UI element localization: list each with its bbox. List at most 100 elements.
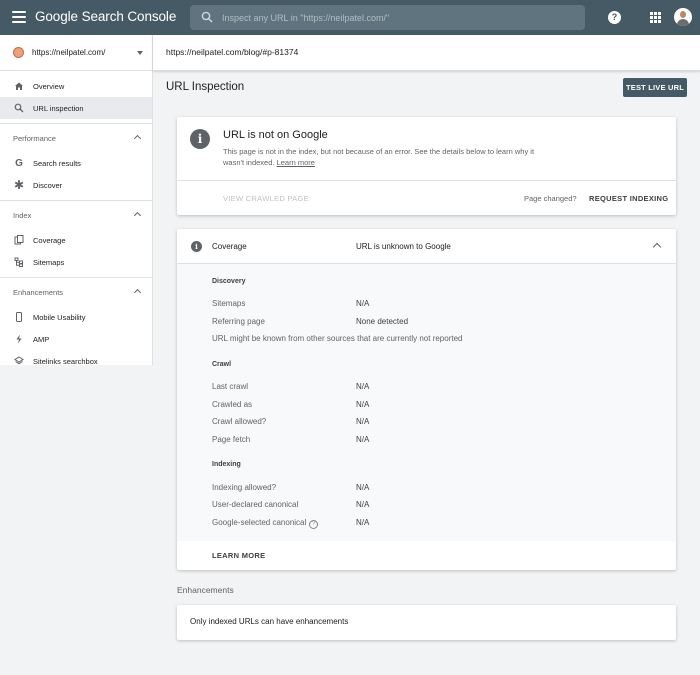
sidebar-item-label: Coverage [33, 235, 66, 245]
discovery-note: URL might be known from other sources th… [212, 334, 463, 343]
menu-icon[interactable] [12, 11, 26, 23]
layers-icon [13, 355, 25, 367]
phone-icon [13, 311, 25, 323]
detail-label: Page fetch [212, 435, 251, 444]
sidebar-item-label: Search results [33, 158, 81, 168]
crawl-heading: Crawl [212, 361, 232, 368]
enhancements-heading: Enhancements [177, 585, 234, 595]
home-icon [13, 80, 25, 92]
learn-more-link[interactable]: Learn more [277, 158, 315, 167]
test-live-url-button[interactable]: TEST LIVE URL [623, 78, 687, 97]
coverage-header[interactable]: i Coverage URL is unknown to Google [177, 229, 676, 264]
help-icon[interactable]: ? [608, 11, 621, 24]
app-brand[interactable]: Google Search Console [35, 9, 176, 24]
avatar[interactable] [674, 8, 692, 26]
sidebar-item-overview[interactable]: Overview [0, 75, 152, 97]
inspected-url: https://neilpatel.com/blog/#p-81374 [166, 47, 299, 57]
learn-more-button[interactable]: LEARN MORE [212, 551, 265, 560]
chevron-up-icon[interactable] [652, 242, 662, 252]
property-url: https://neilpatel.com/ [32, 48, 106, 57]
page-title: URL Inspection [166, 81, 245, 93]
detail-label: Crawl allowed? [212, 417, 267, 426]
sidebar-item-label: Mobile Usability [33, 312, 86, 322]
detail-label: Sitemaps [212, 299, 246, 308]
property-selector[interactable]: https://neilpatel.com/ [0, 35, 152, 71]
inspected-url-bar: https://neilpatel.com/blog/#p-81374 [153, 35, 700, 71]
site-favicon-icon [13, 47, 24, 58]
index-status-card: i URL is not on Google This page is not … [177, 117, 676, 215]
detail-label: Referring page [212, 317, 265, 326]
sidebar-section-enhancements: Enhancements Mobile Usability AMP Siteli… [0, 277, 152, 372]
detail-label: Crawled as [212, 400, 253, 409]
section-title: Performance [13, 133, 56, 143]
detail-label: Google-selected canonical [212, 518, 307, 527]
detail-value: None detected [356, 317, 409, 326]
sidebar-item-amp[interactable]: AMP [0, 328, 152, 350]
section-header-enhancements[interactable]: Enhancements [0, 278, 152, 306]
bolt-icon [13, 333, 25, 345]
asterisk-icon: ✱ [13, 178, 25, 192]
coverage-value: URL is unknown to Google [356, 242, 451, 251]
view-crawled-page-button[interactable]: VIEW CRAWLED PAGE [223, 194, 309, 203]
sidebar-item-coverage[interactable]: Coverage [0, 229, 152, 251]
search-icon [13, 102, 25, 114]
detail-value: N/A [356, 483, 370, 492]
section-title: Index [13, 210, 32, 220]
file-copy-icon [13, 234, 25, 246]
sidebar-item-search-results[interactable]: G Search results [0, 152, 152, 174]
request-indexing-button[interactable]: REQUEST INDEXING [589, 194, 668, 203]
sidebar-item-mobile-usability[interactable]: Mobile Usability [0, 306, 152, 328]
sidebar-item-label: AMP [33, 334, 50, 344]
detail-value: N/A [356, 500, 370, 509]
detail-value: N/A [356, 518, 370, 527]
section-header-performance[interactable]: Performance [0, 124, 152, 152]
status-title: URL is not on Google [223, 129, 328, 141]
sidebar-section-index: Index Coverage Sitemaps [0, 200, 152, 273]
top-app-bar: Google Search Console ? [0, 0, 700, 35]
section-header-index[interactable]: Index [0, 201, 152, 229]
divider [177, 180, 676, 181]
apps-grid-icon[interactable] [650, 12, 661, 23]
enhancements-card: Only indexed URLs can have enhancements [177, 605, 676, 640]
help-circle-icon[interactable]: ? [309, 520, 319, 529]
url-inspect-search[interactable] [190, 5, 585, 30]
coverage-details: Discovery Sitemaps N/A Referring page No… [177, 264, 676, 541]
chevron-up-icon [133, 288, 142, 297]
info-icon: i [191, 241, 202, 252]
detail-value: N/A [356, 435, 370, 444]
chevron-up-icon [133, 211, 142, 220]
sidebar: https://neilpatel.com/ Overview URL insp… [0, 35, 153, 366]
detail-label: Last crawl [212, 382, 249, 391]
caret-down-icon [137, 51, 143, 55]
sidebar-section-performance: Performance G Search results ✱ Discover [0, 123, 152, 196]
chevron-up-icon [133, 134, 142, 143]
detail-value: N/A [356, 400, 370, 409]
status-description-text: This page is not in the index, but not b… [223, 147, 535, 167]
sidebar-item-sitemaps[interactable]: Sitemaps [0, 251, 152, 273]
sitemap-icon [13, 256, 25, 268]
coverage-label: Coverage [212, 242, 247, 251]
sidebar-item-label: URL inspection [33, 103, 84, 113]
detail-label: Indexing allowed? [212, 483, 277, 492]
discovery-heading: Discovery [212, 278, 246, 285]
enhancements-message: Only indexed URLs can have enhancements [190, 617, 349, 626]
status-description: This page is not in the index, but not b… [223, 146, 548, 168]
sidebar-item-label: Sitemaps [33, 257, 65, 267]
page-changed-label: Page changed? [524, 194, 577, 203]
sidebar-item-sitelinks-searchbox[interactable]: Sitelinks searchbox [0, 350, 152, 372]
detail-value: N/A [356, 299, 370, 308]
info-icon: i [190, 129, 210, 149]
section-title: Enhancements [13, 287, 64, 297]
sidebar-item-label: Discover [33, 180, 63, 190]
search-icon [201, 11, 213, 23]
sidebar-item-discover[interactable]: ✱ Discover [0, 174, 152, 196]
sidebar-item-label: Overview [33, 81, 65, 91]
sidebar-item-url-inspection[interactable]: URL inspection [0, 97, 152, 119]
detail-value: N/A [356, 382, 370, 391]
search-input[interactable] [222, 5, 577, 30]
sidebar-item-label: Sitelinks searchbox [33, 356, 98, 366]
coverage-card: i Coverage URL is unknown to Google Disc… [177, 229, 676, 570]
google-g-icon: G [15, 157, 23, 169]
detail-label: User-declared canonical [212, 500, 299, 509]
indexing-heading: Indexing [212, 461, 241, 468]
